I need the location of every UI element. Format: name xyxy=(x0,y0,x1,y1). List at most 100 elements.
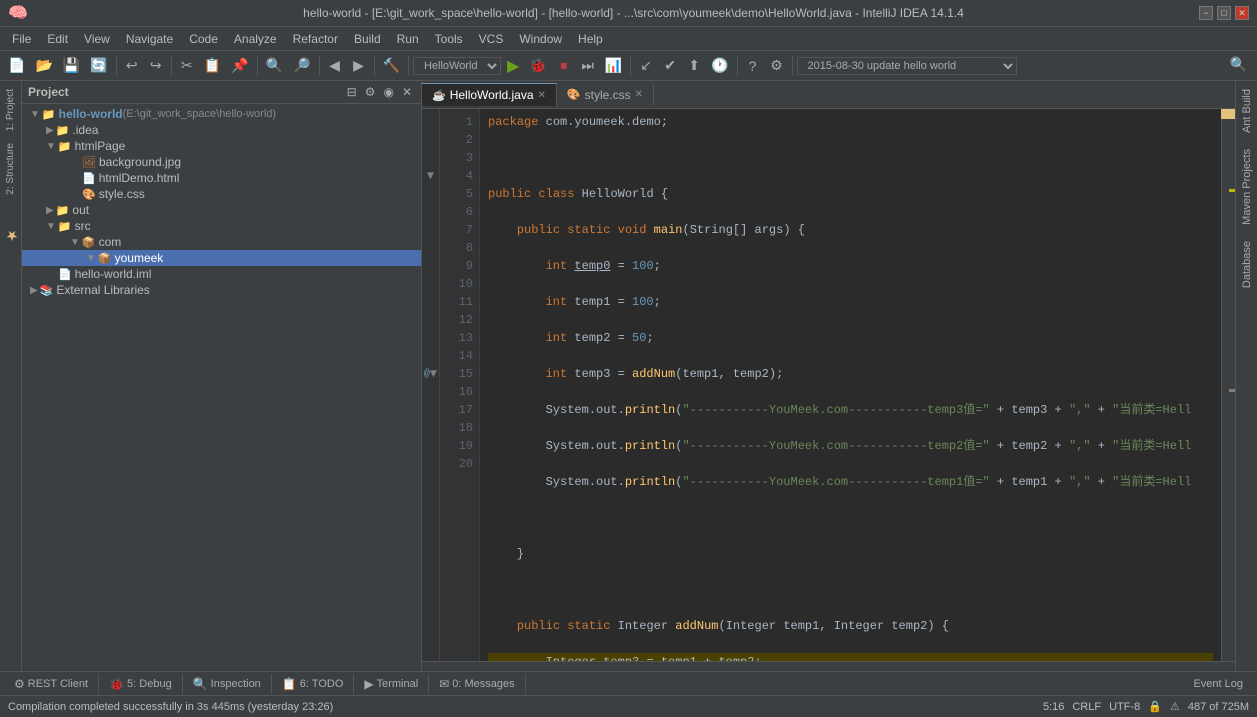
rest-client-label: REST Client xyxy=(28,678,88,690)
ant-build-tab[interactable]: Ant Build xyxy=(1238,81,1256,141)
tree-item-iml[interactable]: 📄 hello-world.iml xyxy=(22,266,421,282)
tree-item-com[interactable]: ▼ 📦 com xyxy=(22,234,421,250)
tab-close-css[interactable]: ✕ xyxy=(635,89,643,100)
rest-client-tab[interactable]: ⚙ REST Client xyxy=(4,674,99,694)
debug-button[interactable]: 🐞 xyxy=(525,55,550,76)
vcs-update-button[interactable]: ↙ xyxy=(635,55,657,76)
tree-item-idea[interactable]: ▶ 📁 .idea xyxy=(22,122,421,138)
open-button[interactable]: 📂 xyxy=(31,55,56,76)
database-tab[interactable]: Database xyxy=(1238,233,1256,296)
menu-edit[interactable]: Edit xyxy=(39,30,76,48)
tab-close-helloworld[interactable]: ✕ xyxy=(538,90,546,101)
gutter-line-7 xyxy=(422,221,439,239)
menu-refactor[interactable]: Refactor xyxy=(285,30,346,48)
synchronize-button[interactable]: 🔄 xyxy=(86,55,111,76)
menu-file[interactable]: File xyxy=(4,30,39,48)
resume-button[interactable]: ⏭ xyxy=(577,55,599,76)
menu-tools[interactable]: Tools xyxy=(427,30,471,48)
project-panel-header: Project ⊟ ⚙ ◉ ✕ xyxy=(22,81,421,104)
minimize-button[interactable]: − xyxy=(1199,6,1213,20)
cut-button[interactable]: ✂ xyxy=(176,55,198,76)
gutter-line-1 xyxy=(422,113,439,131)
settings-button[interactable]: ⚙ xyxy=(766,55,788,76)
build-button[interactable]: 🔨 xyxy=(379,55,404,76)
tree-item-css[interactable]: 🎨 style.css xyxy=(22,186,421,202)
redo-button[interactable]: ↪ xyxy=(145,55,167,76)
messages-tab[interactable]: ✉ 0: Messages xyxy=(429,674,525,694)
global-search-icon[interactable]: 🔍 xyxy=(1224,55,1253,76)
inspection-tab[interactable]: 🔍 Inspection xyxy=(183,674,272,694)
code-content[interactable]: package com.youmeek.demo; public class H… xyxy=(480,109,1221,661)
fold-icon-method2[interactable]: ▼ xyxy=(430,367,437,381)
java-file-icon: ☕ xyxy=(432,89,446,102)
project-panel: Project ⊟ ⚙ ◉ ✕ ▼ 📁 hello-world (E:\git_… xyxy=(22,81,422,671)
editor-hscroll[interactable] xyxy=(422,661,1235,671)
tree-item-ext-libs[interactable]: ▶ 📚 External Libraries xyxy=(22,282,421,298)
event-log-tab[interactable]: Event Log xyxy=(1183,675,1253,693)
menu-build[interactable]: Build xyxy=(346,30,389,48)
run-config-select[interactable]: HelloWorld xyxy=(413,57,501,75)
menu-view[interactable]: View xyxy=(76,30,118,48)
line-num-11: 11 xyxy=(444,293,473,311)
vcs-push-button[interactable]: ⬆ xyxy=(683,55,705,76)
tree-item-bg-jpg[interactable]: 🖼 background.jpg xyxy=(22,154,421,170)
todo-tab[interactable]: 📋 6: TODO xyxy=(272,674,355,694)
help-button[interactable]: ? xyxy=(742,56,764,76)
code-line-2 xyxy=(488,149,1213,167)
menu-code[interactable]: Code xyxy=(181,30,226,48)
replace-button[interactable]: 🔎 xyxy=(289,55,314,76)
vcs-commit-button[interactable]: ✔ xyxy=(659,55,681,76)
forward-button[interactable]: ▶ xyxy=(348,55,370,76)
toolbar-sep-5 xyxy=(374,56,375,76)
code-line-6: int temp1 = 100; xyxy=(488,293,1213,311)
menu-window[interactable]: Window xyxy=(511,30,570,48)
menu-help[interactable]: Help xyxy=(570,30,611,48)
tree-item-root[interactable]: ▼ 📁 hello-world (E:\git_work_space\hello… xyxy=(22,106,421,122)
copy-button[interactable]: 📋 xyxy=(200,55,225,76)
new-file-button[interactable]: 📄 xyxy=(4,55,29,76)
menu-navigate[interactable]: Navigate xyxy=(118,30,181,48)
line-num-20: 20 xyxy=(444,455,473,473)
vcs-history-button[interactable]: 🕐 xyxy=(707,55,732,76)
project-settings[interactable]: ⚙ xyxy=(362,84,379,100)
line-ending-type[interactable]: CRLF xyxy=(1072,701,1101,713)
favorites-tab[interactable]: ★ xyxy=(1,223,21,247)
line-num-19: 19 xyxy=(444,437,473,455)
project-close[interactable]: ✕ xyxy=(399,84,415,100)
terminal-tab[interactable]: ▶ Terminal xyxy=(354,674,429,694)
tab-label: HelloWorld.java xyxy=(450,88,534,102)
tree-item-out[interactable]: ▶ 📁 out xyxy=(22,202,421,218)
menu-analyze[interactable]: Analyze xyxy=(226,30,285,48)
maximize-button[interactable]: □ xyxy=(1217,6,1231,20)
tab-style-css[interactable]: 🎨 style.css ✕ xyxy=(557,84,654,106)
stop-button[interactable]: ⏹ xyxy=(553,55,575,76)
paste-button[interactable]: 📌 xyxy=(227,55,252,76)
vcs-commit-message[interactable]: 2015-08-30 update hello world xyxy=(797,57,1017,75)
project-tab[interactable]: 1: Project xyxy=(3,85,18,135)
tree-item-html[interactable]: 📄 htmlDemo.html xyxy=(22,170,421,186)
project-collapse-all[interactable]: ⊟ xyxy=(344,84,360,100)
close-button[interactable]: ✕ xyxy=(1235,6,1249,20)
tab-helloworld-java[interactable]: ☕ HelloWorld.java ✕ xyxy=(422,83,557,106)
structure-tab[interactable]: 2: Structure xyxy=(3,139,18,199)
debug-tab[interactable]: 🐞 5: Debug xyxy=(99,674,183,694)
maven-projects-tab[interactable]: Maven Projects xyxy=(1238,141,1256,233)
undo-button[interactable]: ↩ xyxy=(121,55,143,76)
menu-vcs[interactable]: VCS xyxy=(471,30,512,48)
tree-item-youmeek[interactable]: ▼ 📦 youmeek xyxy=(22,250,421,266)
code-editor[interactable]: ▼ @ ▼ xyxy=(422,109,1235,661)
fold-icon[interactable]: ▼ xyxy=(427,169,434,183)
tree-item-src[interactable]: ▼ 📁 src xyxy=(22,218,421,234)
back-button[interactable]: ◀ xyxy=(324,55,346,76)
tree-item-htmlpage[interactable]: ▼ 📁 htmlPage xyxy=(22,138,421,154)
save-all-button[interactable]: 💾 xyxy=(59,55,84,76)
charset-label[interactable]: UTF-8 xyxy=(1109,701,1140,713)
run-button[interactable]: ▶ xyxy=(503,54,523,78)
coverage-button[interactable]: 📊 xyxy=(601,55,626,76)
project-scope[interactable]: ◉ xyxy=(380,84,396,100)
bottom-tabs: ⚙ REST Client 🐞 5: Debug 🔍 Inspection 📋 … xyxy=(0,671,1257,695)
menu-run[interactable]: Run xyxy=(389,30,427,48)
right-scrollbar[interactable] xyxy=(1221,109,1235,661)
warning-icon: ⚠ xyxy=(1170,700,1180,713)
search-button[interactable]: 🔍 xyxy=(262,55,287,76)
